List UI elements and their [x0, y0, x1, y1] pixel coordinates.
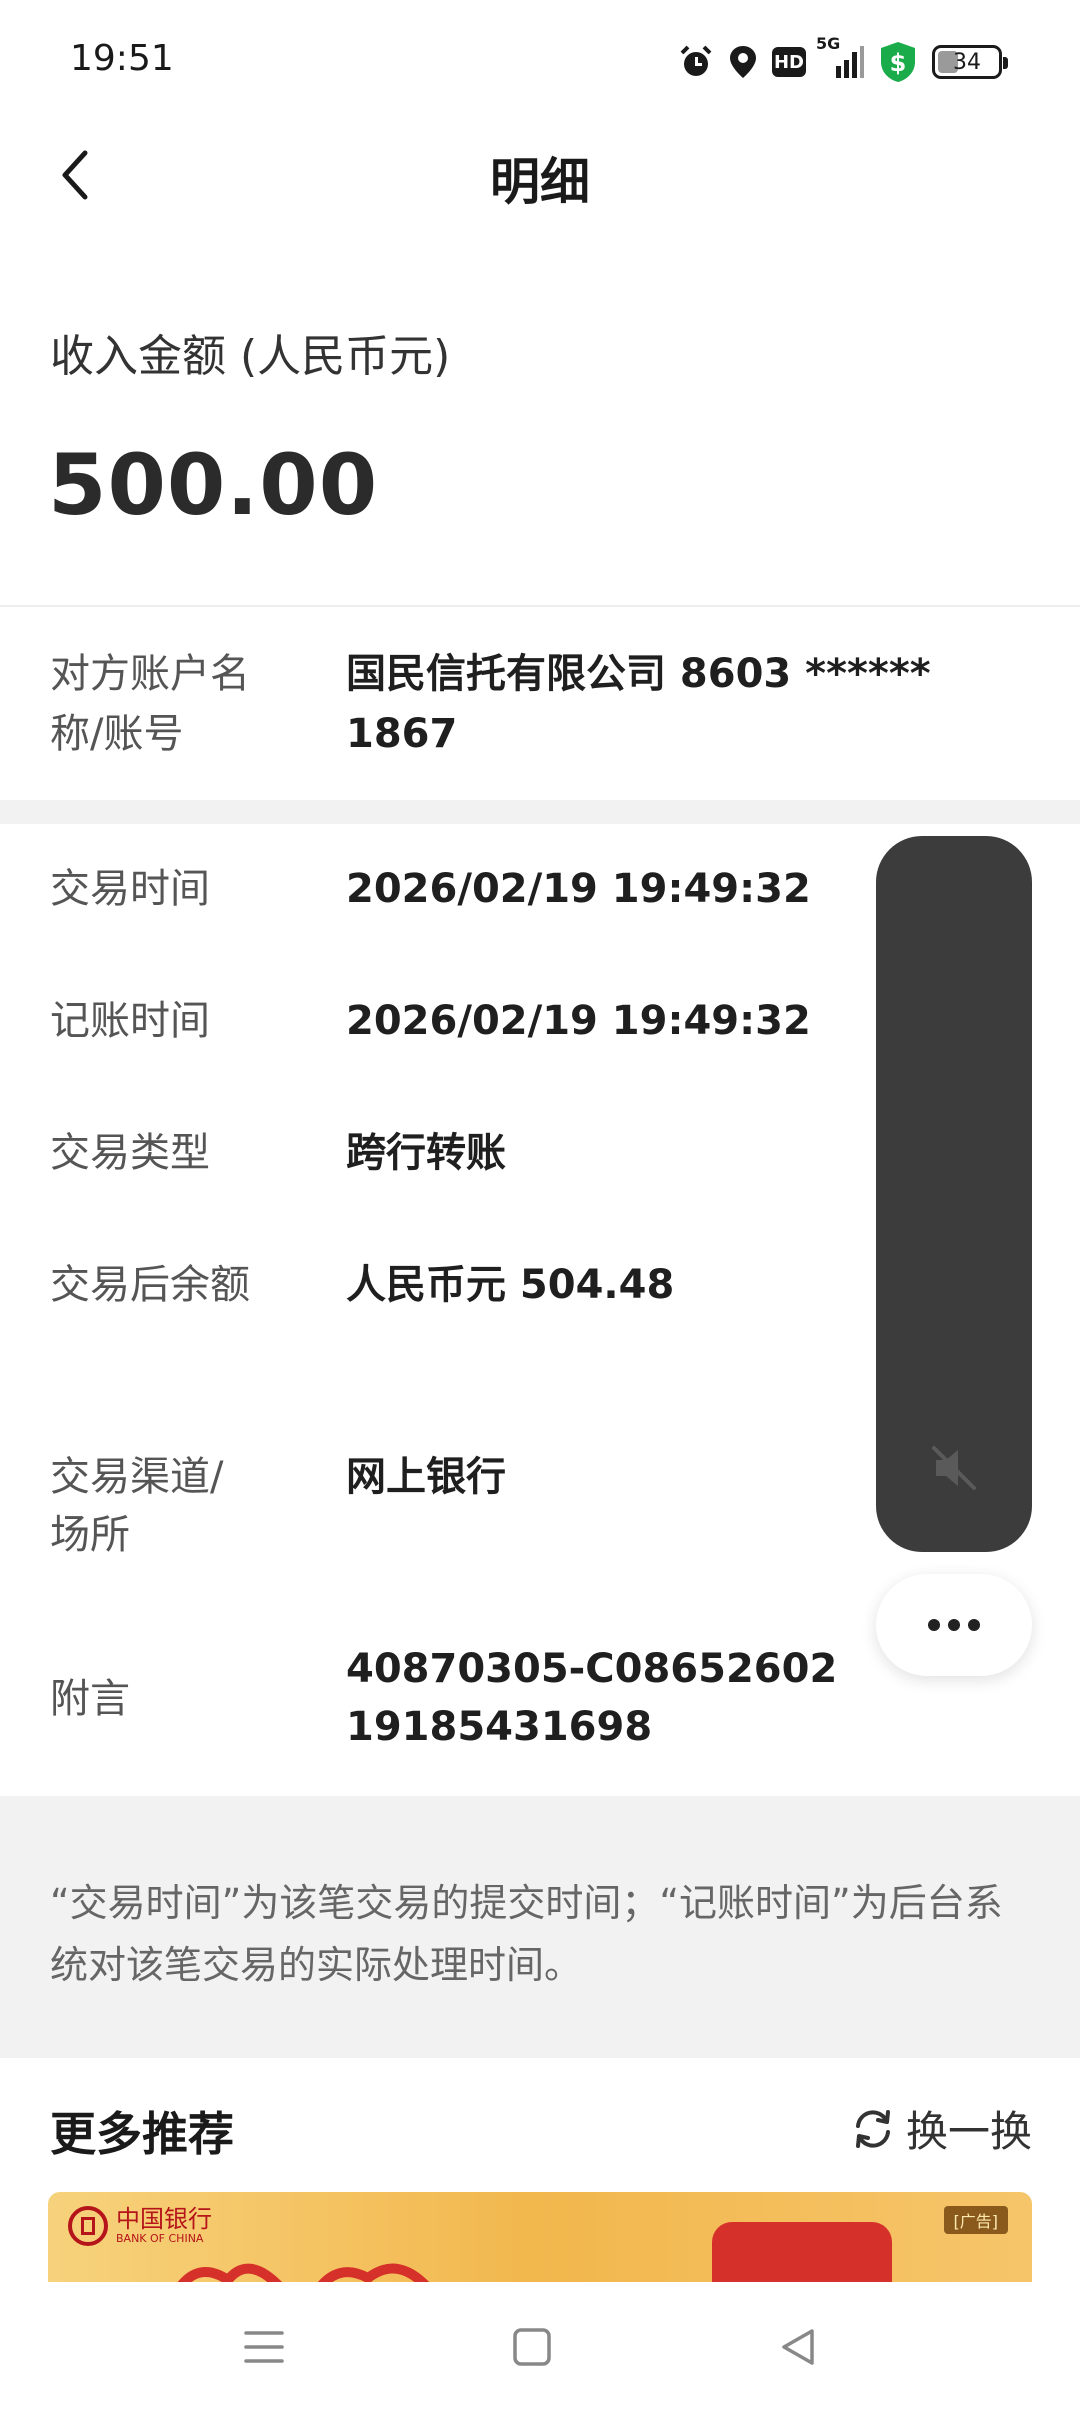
row-label: 记账时间	[50, 998, 210, 1044]
battery-level: 34	[953, 49, 981, 75]
row-value: 人民币元 504.48	[346, 1262, 675, 1308]
more-dot	[968, 1619, 980, 1631]
home-nav-button[interactable]	[492, 2312, 572, 2382]
brand-name: 中国银行	[116, 2205, 212, 2233]
page-title: 明细	[490, 153, 590, 211]
row-value: 网上银行	[346, 1454, 506, 1500]
recommend-title: 更多推荐	[50, 2107, 234, 2161]
row-label: 交易后余额	[50, 1262, 250, 1308]
refresh-button[interactable]: 换一换	[850, 2098, 1032, 2159]
hd-icon: HD	[772, 47, 806, 77]
row-value: 2026/02/19 19:49:32	[346, 998, 811, 1044]
back-nav-button[interactable]	[758, 2312, 838, 2382]
more-dot	[928, 1619, 940, 1631]
row-value: 跨行转账	[346, 1130, 506, 1176]
note-text: “交易时间”为该笔交易的提交时间；“记账时间”为后台系统对该笔交易的实际处理时间…	[50, 1881, 1003, 1987]
amount-label: 收入金额 (人民币元)	[50, 331, 451, 382]
note-section: “交易时间”为该笔交易的提交时间；“记账时间”为后台系统对该笔交易的实际处理时间…	[0, 1796, 1080, 2058]
section-divider	[0, 800, 1080, 824]
bank-logo: 中国银行 BANK OF CHINA	[68, 2206, 212, 2246]
row-label: 交易类型	[50, 1130, 210, 1176]
status-bar: 19:51 HD 5G $ 34	[0, 0, 1080, 126]
status-time: 19:51	[70, 38, 174, 79]
promo-banner[interactable]: 中国银行 BANK OF CHINA [广告]	[48, 2192, 1032, 2282]
ad-tag: [广告]	[943, 2206, 1008, 2234]
menu-icon	[244, 2331, 284, 2363]
battery-icon: 34	[932, 45, 1008, 79]
network-label: 5G	[816, 34, 841, 53]
refresh-label: 换一换	[905, 2107, 1032, 2156]
row-value: 40870305-C0865260219185431698	[346, 1646, 838, 1750]
more-options-button[interactable]	[876, 1574, 1032, 1676]
counterparty-value: 国民信托有限公司 8603 ****** 1867	[346, 651, 931, 757]
refresh-icon	[855, 2109, 890, 2148]
alarm-icon	[678, 44, 714, 80]
gift-image	[712, 2222, 892, 2282]
row-label: 附言	[50, 1676, 130, 1722]
divider	[0, 605, 1080, 607]
signal-5g-icon: 5G	[816, 34, 864, 80]
security-shield-icon: $	[878, 40, 918, 84]
status-icons: HD 5G $ 34	[678, 34, 1008, 86]
more-dot	[948, 1619, 960, 1631]
menu-nav-button[interactable]	[224, 2312, 304, 2382]
location-icon	[728, 44, 758, 80]
mute-icon[interactable]	[922, 1436, 986, 1500]
counterparty-label: 对方账户名称/账号	[50, 651, 250, 757]
row-label: 交易渠道/场所	[50, 1454, 224, 1558]
banner-decoration	[177, 2263, 430, 2282]
floating-volume-panel[interactable]	[876, 836, 1032, 1552]
amount-value: 500.00	[48, 436, 379, 534]
nav-header: 明细	[0, 126, 1080, 222]
boc-emblem-icon	[68, 2206, 108, 2246]
home-square-icon	[513, 2328, 551, 2366]
row-label: 交易时间	[50, 866, 210, 912]
row-value: 2026/02/19 19:49:32	[346, 866, 811, 912]
system-nav-bar	[0, 2282, 1080, 2412]
brand-name-en: BANK OF CHINA	[116, 2232, 204, 2245]
back-triangle-icon	[782, 2329, 814, 2365]
svg-text:$: $	[890, 49, 907, 77]
